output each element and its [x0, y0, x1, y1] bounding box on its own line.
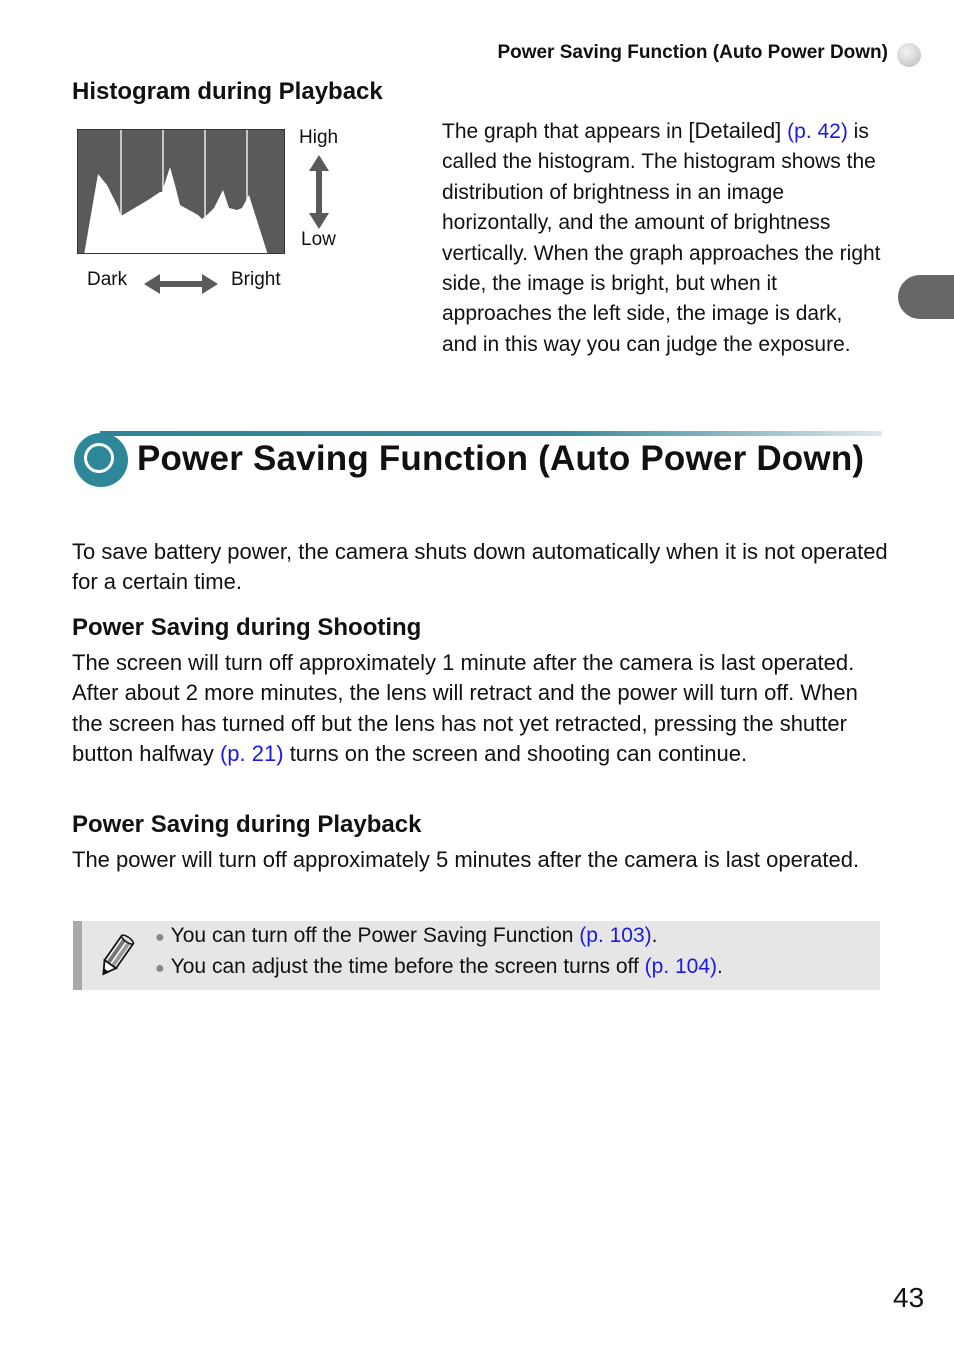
detailed-label: [Detailed] [688, 118, 782, 143]
dark-label: Dark [87, 269, 128, 290]
page-link-104[interactable]: (p. 104) [645, 955, 717, 978]
heading-rule [100, 431, 882, 436]
note-end: . [717, 955, 723, 978]
playback-paragraph: The power will turn off approximately 5 … [72, 847, 860, 872]
vertical-arrow-icon [308, 155, 330, 234]
chapter-dot-icon [897, 43, 921, 67]
chapter-tab [898, 275, 954, 319]
page-title: Power Saving Function (Auto Power Down) [137, 439, 865, 478]
intro-paragraph: To save battery power, the camera shuts … [72, 539, 888, 595]
histogram-shape [84, 167, 268, 253]
note-end: . [651, 924, 658, 947]
histogram-figure [77, 129, 285, 254]
heading-bullet-ring [84, 443, 114, 473]
pencil-icon [96, 932, 136, 985]
page-number: 43 [893, 1282, 925, 1313]
bright-label: Bright [231, 269, 281, 290]
bullet-icon: ● [155, 929, 165, 946]
description-text: The graph that appears in [442, 120, 689, 143]
note-side-bar [73, 921, 82, 990]
description-text-rest: is called the histogram. The histogram s… [442, 120, 881, 356]
high-label: High [299, 127, 339, 148]
low-label: Low [301, 229, 336, 250]
running-head: Power Saving Function (Auto Power Down) [497, 42, 888, 63]
note-text: You can turn off the Power Saving Functi… [170, 924, 580, 947]
shooting-paragraph: The screen will turn off approximately 1… [72, 648, 892, 770]
note-text: You can adjust the time before the scree… [170, 955, 645, 978]
histogram-graph [84, 130, 268, 253]
bullet-icon: ● [155, 960, 165, 977]
shooting-heading: Power Saving during Shooting [72, 614, 422, 641]
histogram-heading: Histogram during Playback [72, 78, 383, 105]
histogram-description: The graph that appears in [Detailed] (p.… [442, 116, 882, 360]
horizontal-arrow-icon [144, 273, 218, 300]
note-item: ● You can adjust the time before the scre… [155, 955, 723, 979]
shooting-text-rest: turns on the screen and shooting can con… [283, 741, 748, 767]
note-item: ● You can turn off the Power Saving Funct… [155, 924, 658, 948]
playback-heading: Power Saving during Playback [72, 811, 422, 838]
page-link-103[interactable]: (p. 103) [579, 924, 651, 947]
page-link-42[interactable]: (p. 42) [787, 120, 848, 143]
page-link-21[interactable]: (p. 21) [220, 741, 284, 766]
